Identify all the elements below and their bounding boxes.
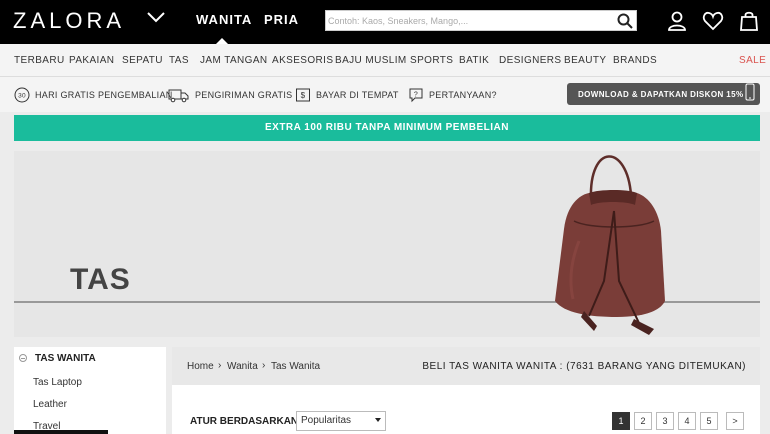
nav-item-tas[interactable]: TAS xyxy=(169,55,189,66)
search-input[interactable] xyxy=(328,12,613,29)
breadcrumb-wanita[interactable]: Wanita xyxy=(227,361,258,372)
shopping-bag-icon[interactable] xyxy=(738,10,760,32)
top-bar: ZALORA WANITA PRIA xyxy=(0,0,770,44)
nav-item-sale[interactable]: SALE xyxy=(739,55,766,66)
category-hero-banner: TAS xyxy=(14,151,760,337)
category-nav: TERBARU PAKAIAN SEPATU TAS JAM TANGAN AK… xyxy=(0,44,770,77)
page-button-3[interactable]: 3 xyxy=(656,412,674,430)
nav-item-jam-tangan[interactable]: JAM TANGAN xyxy=(200,55,268,66)
zalora-logo[interactable]: ZALORA xyxy=(13,8,125,34)
wishlist-heart-icon[interactable] xyxy=(702,10,724,32)
usp-questions[interactable]: ? PERTANYAAN? xyxy=(408,87,497,103)
svg-text:?: ? xyxy=(414,92,418,99)
question-bubble-icon: ? xyxy=(409,88,423,103)
page-button-2[interactable]: 2 xyxy=(634,412,652,430)
usp-shipping-label: PENGIRIMAN GRATIS xyxy=(195,90,293,100)
usp-returns-label: HARI GRATIS PENGEMBALIAN xyxy=(35,90,173,100)
tab-pria[interactable]: PRIA xyxy=(264,12,299,27)
nav-item-pakaian[interactable]: PAKAIAN xyxy=(69,55,114,66)
mobile-phone-icon xyxy=(745,83,755,101)
breadcrumb-home[interactable]: Home xyxy=(187,361,214,372)
sort-dropdown[interactable]: Popularitas xyxy=(296,411,386,431)
nav-item-designers[interactable]: DESIGNERS xyxy=(499,55,562,66)
return-days-badge: 30 xyxy=(18,93,26,100)
sidebar-heading[interactable]: TAS WANITA xyxy=(35,353,96,364)
sidebar-item-tas-laptop[interactable]: Tas Laptop xyxy=(33,377,82,388)
search-icon[interactable] xyxy=(616,12,634,30)
result-count: BELI TAS WANITA WANITA : (7631 BARANG YA… xyxy=(422,361,746,372)
usp-cod[interactable]: $ BAYAR DI TEMPAT xyxy=(295,87,399,103)
page-button-1[interactable]: 1 xyxy=(612,412,630,430)
bucket-bag-image xyxy=(555,155,665,335)
breadcrumb-separator-icon: › xyxy=(262,360,266,371)
sort-label: ATUR BERDASARKAN xyxy=(190,416,299,427)
user-account-icon[interactable] xyxy=(666,10,688,32)
nav-item-batik[interactable]: BATIK xyxy=(459,55,489,66)
next-page-button[interactable]: > xyxy=(726,412,744,430)
svg-text:$: $ xyxy=(301,91,306,100)
nav-item-terbaru[interactable]: TERBARU xyxy=(14,55,65,66)
usp-shipping[interactable]: PENGIRIMAN GRATIS xyxy=(168,87,292,103)
search-box xyxy=(325,10,637,31)
collapse-icon[interactable] xyxy=(19,354,27,362)
breadcrumb-separator-icon: › xyxy=(218,360,222,371)
download-app-button[interactable]: DOWNLOAD & DAPATKAN DISKON 15% xyxy=(567,83,760,105)
nav-item-brands[interactable]: BRANDS xyxy=(613,55,657,66)
page-button-4[interactable]: 4 xyxy=(678,412,696,430)
nav-item-beauty[interactable]: BEAUTY xyxy=(564,55,606,66)
filter-sidebar: TAS WANITA Tas Laptop Leather Travel xyxy=(14,347,166,434)
tab-wanita[interactable]: WANITA xyxy=(196,12,252,27)
product-listing: Home › Wanita › Tas Wanita BELI TAS WANI… xyxy=(172,347,760,434)
nav-item-sepatu[interactable]: SEPATU xyxy=(122,55,163,66)
chevron-down-icon[interactable] xyxy=(146,10,166,24)
page-button-5[interactable]: 5 xyxy=(700,412,718,430)
nav-item-aksesoris[interactable]: AKSESORIS xyxy=(272,55,333,66)
usp-returns[interactable]: 30 HARI GRATIS PENGEMBALIAN xyxy=(14,87,173,103)
nav-item-baju-muslim[interactable]: BAJU MUSLIM xyxy=(335,55,407,66)
usp-questions-label: PERTANYAAN? xyxy=(429,90,497,100)
usp-cod-label: BAYAR DI TEMPAT xyxy=(316,90,399,100)
horizontal-scrollbar[interactable] xyxy=(14,430,108,434)
promo-banner[interactable]: EXTRA 100 RIBU TANPA MINIMUM PEMBELIAN xyxy=(14,115,760,141)
banner-title: TAS xyxy=(70,263,131,296)
return-30-icon: 30 xyxy=(14,87,30,103)
nav-item-sports[interactable]: SPORTS xyxy=(410,55,453,66)
breadcrumb: Home › Wanita › Tas Wanita BELI TAS WANI… xyxy=(172,347,760,385)
breadcrumb-tas-wanita: Tas Wanita xyxy=(271,361,321,372)
sort-selected-value: Popularitas xyxy=(301,415,352,426)
delivery-truck-icon xyxy=(168,89,189,103)
cash-payment-icon: $ xyxy=(296,88,310,102)
dropdown-arrow-icon xyxy=(375,418,381,422)
download-app-label: DOWNLOAD & DAPATKAN DISKON 15% xyxy=(578,89,744,99)
sidebar-item-leather[interactable]: Leather xyxy=(33,399,67,410)
